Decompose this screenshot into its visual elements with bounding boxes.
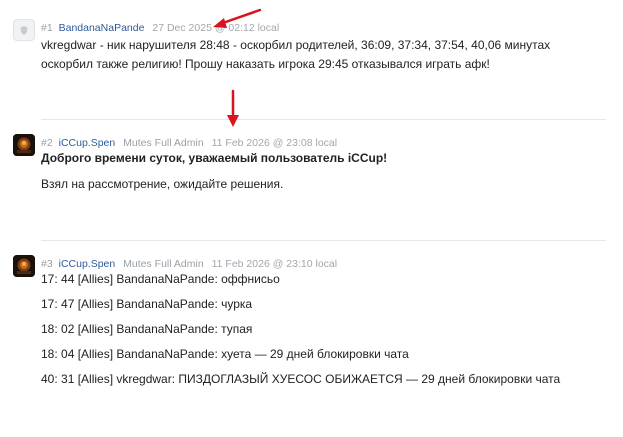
post-greeting: Доброго времени суток, уважаемый пользов… <box>41 151 388 165</box>
user-role: Mutes Full Admin <box>123 137 204 149</box>
default-avatar-icon[interactable] <box>13 19 35 41</box>
user-role: Mutes Full Admin <box>123 258 204 270</box>
username-link[interactable]: BandanaNaPande <box>59 22 145 34</box>
username-link[interactable]: iCCup.Spen <box>59 258 116 270</box>
post-number[interactable]: #2 <box>41 137 53 149</box>
post-line: оскорбил также религию! Прошу наказать и… <box>41 57 490 71</box>
post-divider <box>41 119 606 120</box>
post-3-body: 17: 44 [Allies] BandanaNaPande: оффнисьо… <box>41 270 560 389</box>
post-2-meta: #2 iCCup.Spen Mutes Full Admin 11 Feb 20… <box>41 136 337 150</box>
post-number[interactable]: #3 <box>41 258 53 270</box>
post-date: 11 Feb 2026 @ 23:08 local <box>211 137 338 149</box>
chat-log-line: 18: 02 [Allies] BandanaNaPande: тупая <box>41 322 253 336</box>
arrow-head <box>227 115 239 127</box>
post-line: Взял на рассмотрение, ожидайте решения. <box>41 177 284 191</box>
chat-log-line: 18: 04 [Allies] BandanaNaPande: хуета — … <box>41 347 409 361</box>
annotation-arrow-icon <box>213 8 262 28</box>
annotation-arrow-icon <box>227 89 239 127</box>
post-3-meta: #3 iCCup.Spen Mutes Full Admin 11 Feb 20… <box>41 257 337 271</box>
user-avatar[interactable] <box>13 134 35 156</box>
post-line: vkregdwar - ник нарушителя 28:48 - оскор… <box>41 38 551 52</box>
arrow-shaft <box>218 8 262 26</box>
chat-log-line: 40: 31 [Allies] vkregdwar: ПИЗДОГЛАЗЫЙ Х… <box>41 372 561 386</box>
post-date: 11 Feb 2026 @ 23:10 local <box>211 258 338 270</box>
username-link[interactable]: iCCup.Spen <box>59 137 116 149</box>
post-divider <box>41 240 606 241</box>
chat-log-line: 17: 44 [Allies] BandanaNaPande: оффнисьо <box>41 272 280 286</box>
post-2-body: Доброго времени суток, уважаемый пользов… <box>41 149 387 194</box>
user-avatar[interactable] <box>13 255 35 277</box>
post-number[interactable]: #1 <box>41 22 53 34</box>
post-1-body: vkregdwar - ник нарушителя 28:48 - оскор… <box>41 36 550 74</box>
chat-log-line: 17: 47 [Allies] BandanaNaPande: чурка <box>41 297 253 311</box>
arrow-head <box>213 18 227 28</box>
